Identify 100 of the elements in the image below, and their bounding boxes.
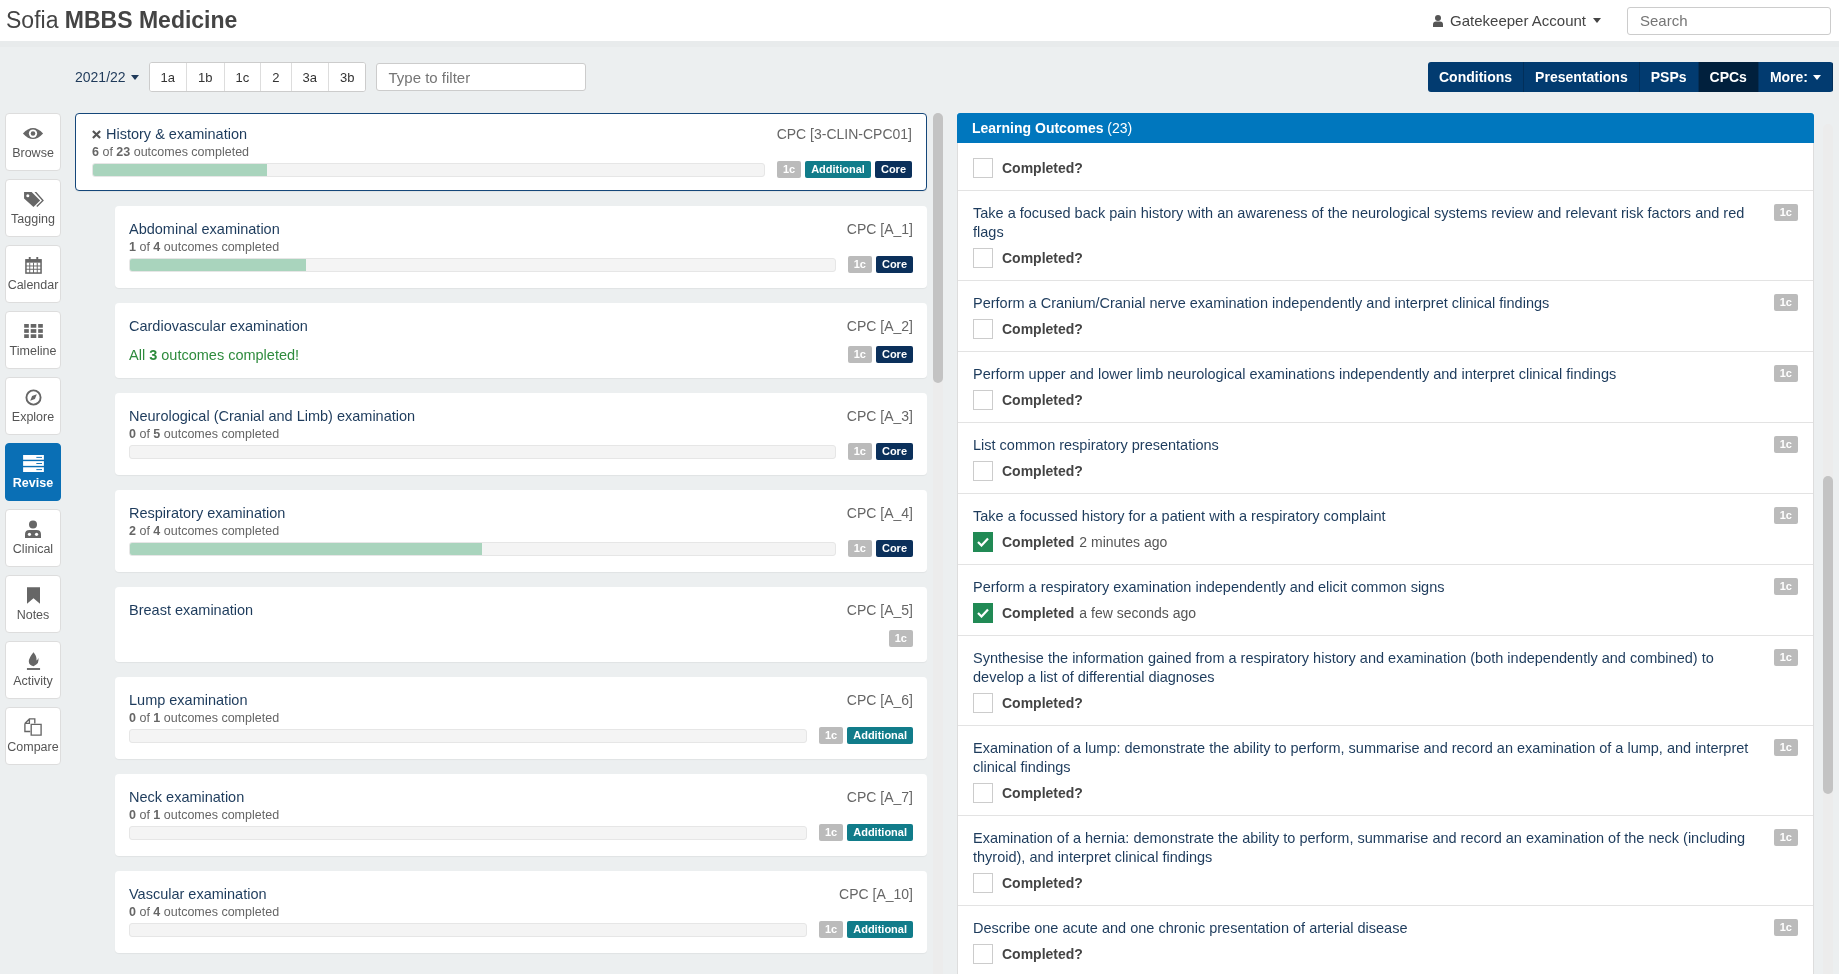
sidebar-item[interactable]: Activity (5, 641, 61, 699)
tag-label: Core (874, 161, 912, 178)
nav-tab[interactable]: Conditions (1428, 62, 1525, 92)
nav-tab[interactable]: Presentations (1524, 62, 1640, 92)
tag-label: Core (875, 346, 913, 363)
checkbox-label: Completed? (1002, 946, 1083, 962)
year-dropdown[interactable]: 2021/22 (75, 69, 139, 85)
cpc-card[interactable]: History & examination CPC [3-CLIN-CPC01] 6 of 23 outcomes completed 1c Additional Core (75, 113, 927, 191)
sidebar-item[interactable]: Explore (5, 377, 61, 435)
cpc-card[interactable]: Lump examination CPC [A_6] 0 of 1 outcomes completed 1c Additional (115, 677, 927, 759)
checkbox-label: Completed (1002, 534, 1075, 550)
checkbox-label: Completed? (1002, 463, 1083, 479)
checkbox[interactable] (973, 603, 993, 623)
cpc-title[interactable]: Lump examination (129, 692, 248, 708)
completed-time: 2 minutes ago (1079, 534, 1168, 550)
account-menu[interactable]: Gatekeeper Account (1433, 12, 1601, 29)
tag-label: 1c (1773, 436, 1798, 453)
tag-label: Core (875, 540, 913, 557)
checkbox[interactable] (973, 873, 993, 893)
nav-tab[interactable]: PSPs (1639, 62, 1699, 92)
cpc-title[interactable]: Neurological (Cranial and Limb) examination (129, 408, 416, 424)
cpc-card[interactable]: Vascular examination CPC [A_10] 0 of 4 outcomes completed 1c Additional (115, 871, 927, 953)
tag-label: 1c (1773, 649, 1798, 666)
sidebar-item[interactable]: Browse (5, 113, 61, 171)
caret-icon (1593, 18, 1601, 23)
sidebar-item[interactable]: Revise (5, 443, 61, 501)
checkbox[interactable] (973, 319, 993, 339)
cpc-code: CPC [A_7] (846, 789, 913, 805)
tag-label: 1c (818, 727, 844, 744)
outcome-text: Describe one acute and one chronic presentation of arterial disease (973, 919, 1408, 938)
cpc-card[interactable]: Breast examination CPC [A_5] 1c (115, 587, 927, 662)
tag-label: 1c (847, 540, 872, 557)
sidebar-item[interactable]: Tagging (5, 179, 61, 237)
cpc-card[interactable]: Abdominal examination CPC [A_1] 1 of 4 outcomes completed 1c Core (115, 206, 927, 288)
check-icon (977, 537, 989, 547)
checkbox[interactable] (973, 248, 993, 268)
close-icon[interactable] (92, 129, 101, 139)
nav-tab[interactable]: CPCs (1698, 62, 1759, 92)
tag-label: Additional (847, 921, 913, 938)
sidebar-item[interactable]: Compare (5, 707, 61, 765)
cpc-title[interactable]: Abdominal examination (129, 221, 280, 237)
progress-text: 0 of 1 outcomes completed (129, 711, 281, 725)
cpc-code: CPC [A_5] (846, 602, 913, 618)
year-tab[interactable]: 1a (149, 63, 188, 91)
sidebar-item[interactable]: Calendar (5, 245, 61, 303)
tag-label: 1c (818, 921, 844, 938)
cpc-card[interactable]: Neurological (Cranial and Limb) examination CPC [A_3] 0 of 5 outcomes completed 1c Core (115, 393, 927, 475)
checkbox[interactable] (973, 944, 993, 964)
checkbox[interactable] (973, 532, 993, 552)
scrollbar[interactable] (1823, 124, 1833, 974)
checkbox-label: Completed? (1002, 875, 1083, 891)
cpc-card[interactable]: Respiratory examination CPC [A_4] 2 of 4 outcomes completed 1c Core (115, 490, 927, 572)
cpc-title[interactable]: Vascular examination (129, 886, 267, 902)
search-field[interactable]: Search (1627, 6, 1831, 35)
checkbox-label: Completed? (1002, 392, 1083, 408)
calendar-icon (24, 256, 42, 274)
cpc-title[interactable]: Respiratory examination (129, 505, 286, 521)
tag-label: Core (875, 256, 913, 273)
sidebar-item[interactable]: Notes (5, 575, 61, 633)
outcome-text: Perform a Cranium/Cranial nerve examination independently and interpret clinical findings (973, 294, 1550, 313)
cpc-code: CPC [A_1] (846, 221, 913, 237)
sidebar-item[interactable]: Clinical (5, 509, 61, 567)
tag-label: 1c (1773, 294, 1798, 311)
progress-text: 2 of 4 outcomes completed (129, 524, 281, 538)
cpc-card[interactable]: Neck examination CPC [A_7] 0 of 1 outcomes completed 1c Additional (115, 774, 927, 856)
tag-label: 1c (847, 443, 872, 460)
outcome-text: Perform a respiratory examination independently and elicit common signs (973, 578, 1445, 597)
cpc-title[interactable]: Neck examination (129, 789, 245, 805)
outcome-text: Perform upper and lower limb neurological examinations independently and interpret clinical findings (973, 365, 1617, 384)
checkbox[interactable] (973, 158, 993, 178)
checkbox-label: Completed (1002, 605, 1075, 621)
outcome-text: Take a focused back pain history with an awareness of the neurological systems review and relevant risk factors and red flags (973, 204, 1746, 242)
tag-label: 1c (1773, 204, 1798, 221)
copy-icon (24, 718, 42, 736)
tag-label: 1c (1773, 829, 1798, 846)
cpc-title[interactable]: Breast examination (129, 602, 254, 618)
tag-label: 1c (1773, 739, 1798, 756)
checkbox[interactable] (973, 783, 993, 803)
sidebar-item[interactable]: Timeline (5, 311, 61, 369)
completion-text: All 3 outcomes completed! (129, 346, 300, 363)
outcome-text: Synthesise the information gained from a respiratory history and examination (both independently and combined) to develop a list of differential diagnoses (973, 649, 1715, 687)
progress-text: 1 of 4 outcomes completed (129, 240, 281, 254)
cpc-code: CPC [A_4] (846, 505, 913, 521)
checkbox[interactable] (973, 461, 993, 481)
cpc-code: CPC [A_6] (846, 692, 913, 708)
cpc-code: CPC [A_3] (846, 408, 913, 424)
outcome-text: Examination of a hernia: demonstrate the ability to perform, summarise and record an examination of the neck (including thyroid), and interpret clinical findings (973, 829, 1747, 867)
cpc-card[interactable]: Cardiovascular examination CPC [A_2] All 3 outcomes completed! 1c Core (115, 303, 927, 378)
tag-label: Additional (847, 824, 913, 841)
scrollbar[interactable] (933, 113, 943, 974)
tags-icon (22, 190, 44, 208)
checkbox-label: Completed? (1002, 695, 1083, 711)
checkbox-label: Completed? (1002, 785, 1083, 801)
cpc-title[interactable]: Cardiovascular examination (129, 318, 308, 334)
caret-icon (130, 74, 139, 80)
checkbox[interactable] (973, 390, 993, 410)
nav-tab[interactable]: More: (1758, 62, 1833, 92)
cpc-title[interactable]: History & examination (106, 126, 248, 142)
checkbox[interactable] (973, 693, 993, 713)
filter-field[interactable]: Type to filter (376, 63, 587, 91)
